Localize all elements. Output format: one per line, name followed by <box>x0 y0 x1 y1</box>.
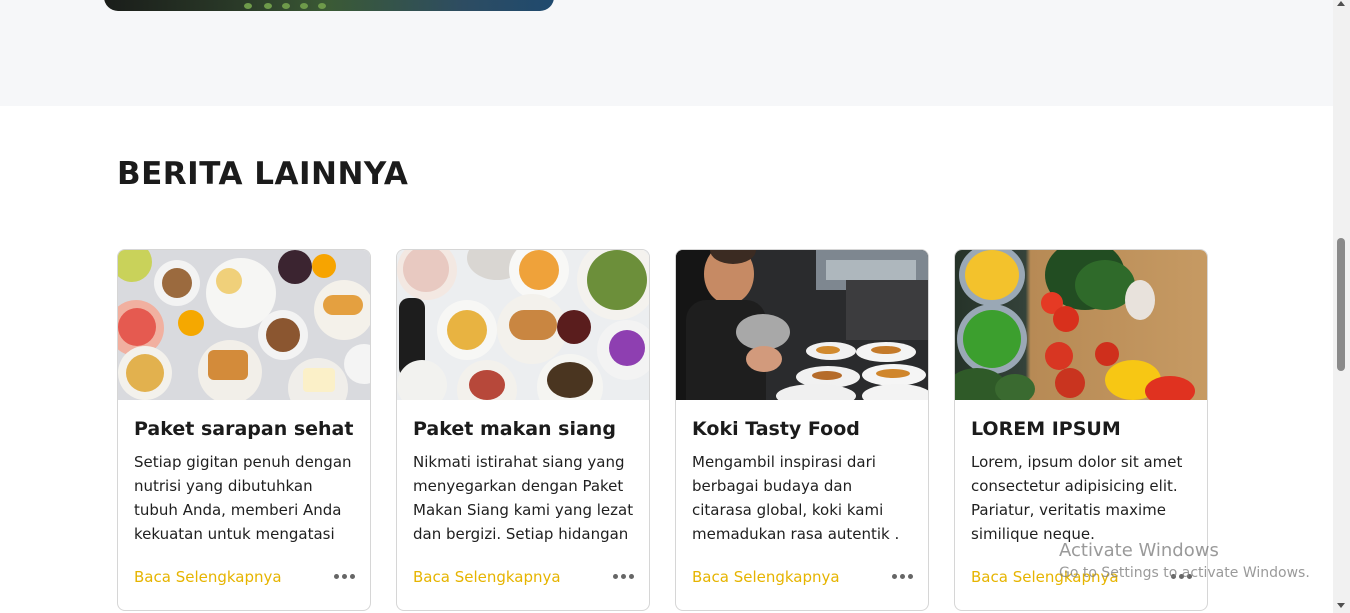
vegetables-image <box>955 250 1207 400</box>
scroll-up-icon[interactable] <box>1337 1 1345 6</box>
card-description: Mengambil inspirasi dari berbagai budaya… <box>692 453 900 543</box>
watermark-title: Activate Windows <box>1059 540 1219 561</box>
read-more-link[interactable]: Baca Selengkapnya <box>413 568 561 586</box>
card-title: Koki Tasty Food <box>692 418 860 440</box>
hero-image-bottom-edge <box>104 0 554 11</box>
more-options-icon[interactable] <box>892 574 913 579</box>
leaf-decoration <box>282 3 290 9</box>
top-band <box>0 0 1333 106</box>
card-title: Paket makan siang <box>413 418 616 440</box>
more-options-icon[interactable] <box>613 574 634 579</box>
vertical-scrollbar[interactable] <box>1333 0 1350 613</box>
scroll-down-icon[interactable] <box>1337 603 1345 608</box>
card-description: Setiap gigitan penuh dengan nutrisi yang… <box>134 453 352 543</box>
breakfast-image <box>118 250 370 400</box>
card-description: Nikmati istirahat siang yang menyegarkan… <box>413 453 634 543</box>
lunch-image <box>397 250 649 400</box>
chef-image <box>676 250 928 400</box>
card-title: LOREM IPSUM <box>971 418 1121 440</box>
leaf-decoration <box>318 3 326 9</box>
leaf-decoration <box>264 3 272 9</box>
leaf-decoration <box>244 3 252 9</box>
section-title: BERITA LAINNYA <box>117 156 409 192</box>
read-more-link[interactable]: Baca Selengkapnya <box>134 568 282 586</box>
news-card[interactable]: Koki Tasty Food Mengambil inspirasi dari… <box>675 249 929 611</box>
read-more-link[interactable]: Baca Selengkapnya <box>692 568 840 586</box>
windows-activation-watermark: Activate Windows Go to Settings to activ… <box>1059 540 1310 581</box>
scrollbar-thumb[interactable] <box>1337 238 1345 371</box>
card-description: Lorem, ipsum dolor sit amet consectetur … <box>971 453 1183 543</box>
more-options-icon[interactable] <box>334 574 355 579</box>
news-card[interactable]: Paket makan siang Nikmati istirahat sian… <box>396 249 650 611</box>
card-title: Paket sarapan sehat <box>134 418 354 440</box>
leaf-decoration <box>300 3 308 9</box>
watermark-subtitle: Go to Settings to activate Windows. <box>1059 565 1310 581</box>
news-card[interactable]: Paket sarapan sehat Setiap gigitan penuh… <box>117 249 371 611</box>
